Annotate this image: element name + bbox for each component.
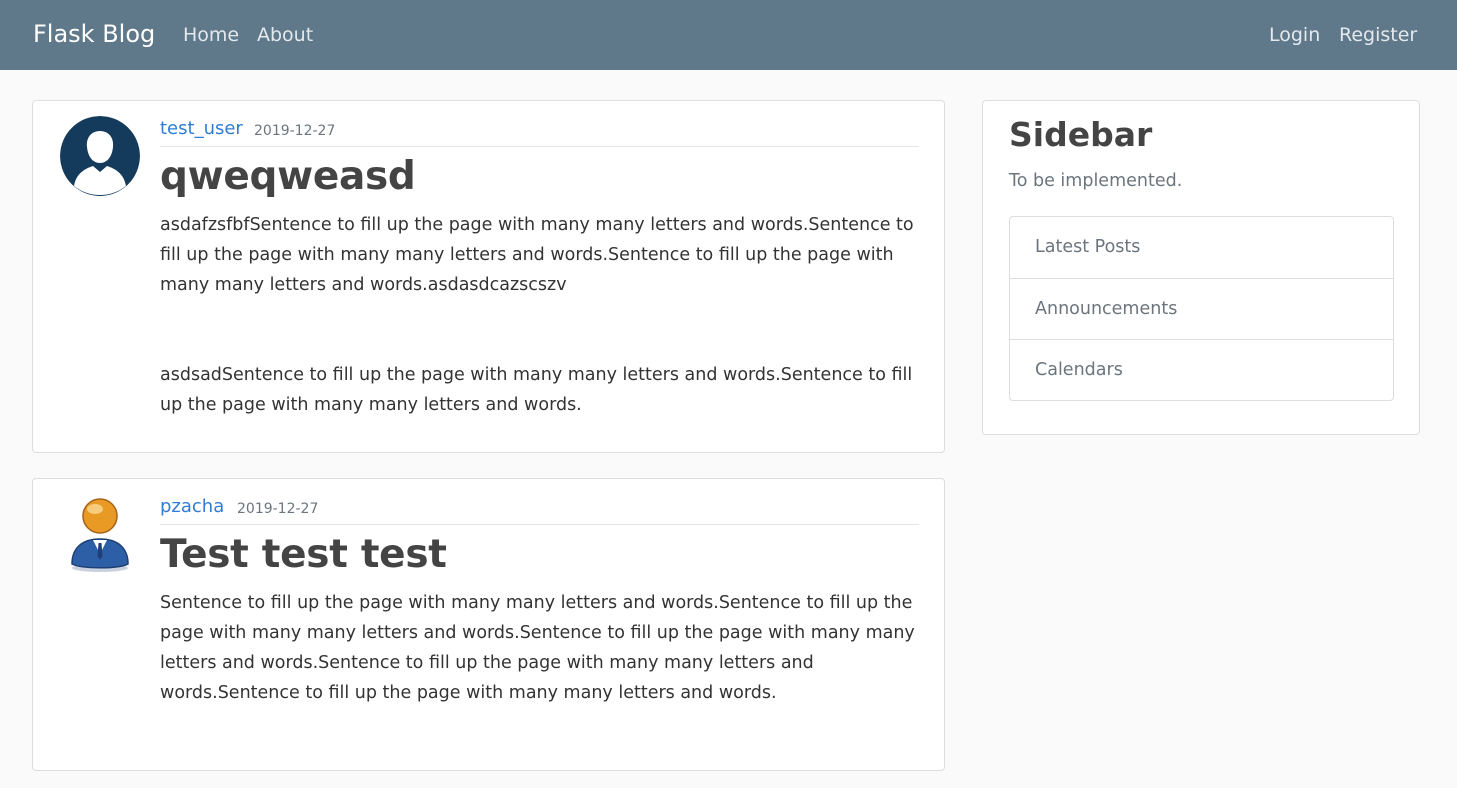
nav-link-home[interactable]: Home [183, 24, 239, 46]
user-person-icon [60, 494, 140, 574]
post-title[interactable]: Test test test [160, 532, 447, 577]
author-link[interactable]: pzacha [160, 496, 224, 517]
post-title[interactable]: qweqweasd [160, 154, 416, 199]
post-date: 2019-12-27 [254, 123, 336, 139]
post-card: test_user 2019-12-27 qweqweasd asdafzsfb… [32, 100, 945, 453]
post-date: 2019-12-27 [237, 501, 319, 517]
navbar: Flask Blog Home About Login Register [0, 0, 1457, 70]
nav-link-login[interactable]: Login [1269, 24, 1320, 46]
post-meta: test_user 2019-12-27 [160, 101, 919, 147]
author-link[interactable]: test_user [160, 118, 243, 139]
nav-link-about[interactable]: About [257, 24, 313, 46]
nav-link-register[interactable]: Register [1339, 24, 1417, 46]
sidebar-item-calendars[interactable]: Calendars [1010, 339, 1393, 400]
user-silhouette-icon [60, 116, 140, 196]
sidebar-item-announcements[interactable]: Announcements [1010, 278, 1393, 339]
brand-link[interactable]: Flask Blog [33, 20, 155, 48]
sidebar-list: Latest Posts Announcements Calendars [1009, 216, 1394, 401]
post-content: Sentence to fill up the page with many m… [160, 588, 930, 708]
post-meta: pzacha 2019-12-27 [160, 479, 919, 525]
post-paragraph: asdafzsfbfSentence to fill up the page w… [160, 215, 914, 295]
post-content: asdafzsfbfSentence to fill up the page w… [160, 210, 930, 420]
post-paragraph: Sentence to fill up the page with many m… [160, 593, 915, 703]
sidebar-item-latest-posts[interactable]: Latest Posts [1010, 217, 1393, 278]
post-paragraph: asdsadSentence to fill up the page with … [160, 365, 913, 415]
sidebar-card: Sidebar To be implemented. Latest Posts … [982, 100, 1420, 435]
sidebar-subtitle: To be implemented. [1009, 171, 1183, 191]
post-card: pzacha 2019-12-27 Test test test Sentenc… [32, 478, 945, 771]
sidebar-title: Sidebar [1009, 115, 1153, 154]
